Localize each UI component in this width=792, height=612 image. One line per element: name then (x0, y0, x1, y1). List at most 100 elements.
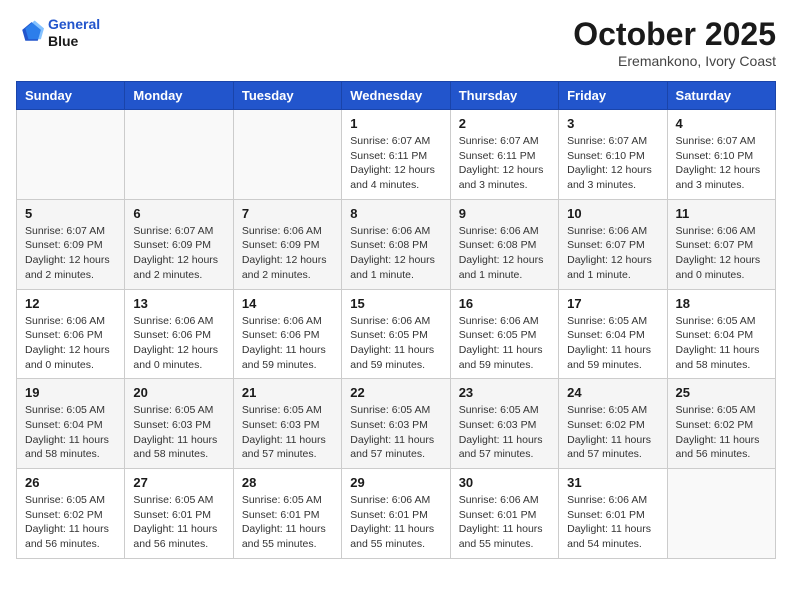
day-number: 18 (676, 296, 767, 311)
calendar-cell (233, 110, 341, 200)
day-number: 4 (676, 116, 767, 131)
calendar-cell: 7 Sunrise: 6:06 AM Sunset: 6:09 PM Daylig… (233, 199, 341, 289)
calendar-cell: 29Sunrise: 6:06 AM Sunset: 6:01 PM Dayli… (342, 469, 450, 559)
weekday-header-thursday: Thursday (450, 82, 558, 110)
day-info: Sunrise: 6:05 AM Sunset: 6:03 PM Dayligh… (242, 403, 333, 462)
calendar-cell: 31 Sunrise: 6:06 AM Sunset: 6:01 PM Dayli… (559, 469, 667, 559)
calendar-cell: 28 Sunrise: 6:05 AM Sunset: 6:01 PM Dayli… (233, 469, 341, 559)
calendar-cell: 25 Sunrise: 6:05 AM Sunset: 6:02 PM Dayli… (667, 379, 775, 469)
day-number: 1 (350, 116, 441, 131)
day-info: Sunrise: 6:06 AM Sunset: 6:06 PM Dayligh… (133, 314, 224, 373)
day-info: Sunrise: 6:05 AM Sunset: 6:04 PM Dayligh… (25, 403, 116, 462)
day-number: 15 (350, 296, 441, 311)
weekday-header-tuesday: Tuesday (233, 82, 341, 110)
day-info: Sunrise: 6:07 AM Sunset: 6:09 PM Dayligh… (25, 224, 116, 283)
day-info: Sunrise: 6:05 AM Sunset: 6:03 PM Dayligh… (459, 403, 550, 462)
logo-line1: General (48, 16, 100, 32)
day-number: 11 (676, 206, 767, 221)
calendar-cell: 26 Sunrise: 6:05 AM Sunset: 6:02 PM Dayli… (17, 469, 125, 559)
day-info: Sunrise: 6:06 AM Sunset: 6:01 PM Dayligh… (459, 493, 550, 552)
day-number: 29 (350, 475, 441, 490)
day-info: Sunrise: 6:07 AM Sunset: 6:10 PM Dayligh… (567, 134, 658, 193)
day-info: Sunrise: 6:06 AM Sunset: 6:08 PM Dayligh… (350, 224, 441, 283)
weekday-header-monday: Monday (125, 82, 233, 110)
day-info: Sunrise: 6:05 AM Sunset: 6:01 PM Dayligh… (242, 493, 333, 552)
calendar-cell: 15 Sunrise: 6:06 AM Sunset: 6:05 PM Dayli… (342, 289, 450, 379)
calendar-cell: 18Sunrise: 6:05 AM Sunset: 6:04 PM Dayli… (667, 289, 775, 379)
calendar-cell: 9 Sunrise: 6:06 AM Sunset: 6:08 PM Daylig… (450, 199, 558, 289)
calendar-cell: 17Sunrise: 6:05 AM Sunset: 6:04 PM Dayli… (559, 289, 667, 379)
day-info: Sunrise: 6:06 AM Sunset: 6:05 PM Dayligh… (350, 314, 441, 373)
day-number: 28 (242, 475, 333, 490)
day-info: Sunrise: 6:05 AM Sunset: 6:02 PM Dayligh… (676, 403, 767, 462)
weekday-header-saturday: Saturday (667, 82, 775, 110)
week-row-3: 12 Sunrise: 6:06 AM Sunset: 6:06 PM Dayli… (17, 289, 776, 379)
calendar-cell: 10 Sunrise: 6:06 AM Sunset: 6:07 PM Dayli… (559, 199, 667, 289)
day-number: 2 (459, 116, 550, 131)
day-number: 31 (567, 475, 658, 490)
calendar-cell: 30 Sunrise: 6:06 AM Sunset: 6:01 PM Dayli… (450, 469, 558, 559)
day-number: 27 (133, 475, 224, 490)
calendar-cell: 23 Sunrise: 6:05 AM Sunset: 6:03 PM Dayli… (450, 379, 558, 469)
day-info: Sunrise: 6:05 AM Sunset: 6:03 PM Dayligh… (350, 403, 441, 462)
calendar-cell: 3Sunrise: 6:07 AM Sunset: 6:10 PM Daylig… (559, 110, 667, 200)
day-info: Sunrise: 6:06 AM Sunset: 6:01 PM Dayligh… (567, 493, 658, 552)
calendar-cell: 19 Sunrise: 6:05 AM Sunset: 6:04 PM Dayli… (17, 379, 125, 469)
day-info: Sunrise: 6:07 AM Sunset: 6:11 PM Dayligh… (350, 134, 441, 193)
day-number: 19 (25, 385, 116, 400)
day-info: Sunrise: 6:07 AM Sunset: 6:09 PM Dayligh… (133, 224, 224, 283)
day-info: Sunrise: 6:05 AM Sunset: 6:04 PM Dayligh… (567, 314, 658, 373)
calendar-table: SundayMondayTuesdayWednesdayThursdayFrid… (16, 81, 776, 559)
day-number: 6 (133, 206, 224, 221)
calendar-cell: 5 Sunrise: 6:07 AM Sunset: 6:09 PM Daylig… (17, 199, 125, 289)
location-subtitle: Eremankono, Ivory Coast (573, 53, 776, 69)
day-number: 30 (459, 475, 550, 490)
day-info: Sunrise: 6:06 AM Sunset: 6:07 PM Dayligh… (567, 224, 658, 283)
day-number: 7 (242, 206, 333, 221)
calendar-cell: 20Sunrise: 6:05 AM Sunset: 6:03 PM Dayli… (125, 379, 233, 469)
day-number: 10 (567, 206, 658, 221)
weekday-header-friday: Friday (559, 82, 667, 110)
day-info: Sunrise: 6:06 AM Sunset: 6:05 PM Dayligh… (459, 314, 550, 373)
day-number: 26 (25, 475, 116, 490)
day-number: 13 (133, 296, 224, 311)
weekday-header-sunday: Sunday (17, 82, 125, 110)
weekday-header-wednesday: Wednesday (342, 82, 450, 110)
day-number: 16 (459, 296, 550, 311)
month-title: October 2025 (573, 16, 776, 53)
calendar-cell: 16 Sunrise: 6:06 AM Sunset: 6:05 PM Dayli… (450, 289, 558, 379)
week-row-5: 26 Sunrise: 6:05 AM Sunset: 6:02 PM Dayli… (17, 469, 776, 559)
day-info: Sunrise: 6:06 AM Sunset: 6:08 PM Dayligh… (459, 224, 550, 283)
day-number: 25 (676, 385, 767, 400)
day-number: 8 (350, 206, 441, 221)
day-info: Sunrise: 6:05 AM Sunset: 6:02 PM Dayligh… (25, 493, 116, 552)
day-number: 14 (242, 296, 333, 311)
calendar-cell: 24Sunrise: 6:05 AM Sunset: 6:02 PM Dayli… (559, 379, 667, 469)
day-info: Sunrise: 6:06 AM Sunset: 6:07 PM Dayligh… (676, 224, 767, 283)
weekday-header-row: SundayMondayTuesdayWednesdayThursdayFrid… (17, 82, 776, 110)
day-info: Sunrise: 6:05 AM Sunset: 6:03 PM Dayligh… (133, 403, 224, 462)
calendar-cell: 4 Sunrise: 6:07 AM Sunset: 6:10 PM Daylig… (667, 110, 775, 200)
calendar-cell: 1 Sunrise: 6:07 AM Sunset: 6:11 PM Daylig… (342, 110, 450, 200)
calendar-cell (125, 110, 233, 200)
calendar-cell: 2 Sunrise: 6:07 AM Sunset: 6:11 PM Daylig… (450, 110, 558, 200)
day-number: 24 (567, 385, 658, 400)
page-header: General Blue October 2025 Eremankono, Iv… (16, 16, 776, 69)
day-number: 12 (25, 296, 116, 311)
day-info: Sunrise: 6:06 AM Sunset: 6:09 PM Dayligh… (242, 224, 333, 283)
day-info: Sunrise: 6:07 AM Sunset: 6:10 PM Dayligh… (676, 134, 767, 193)
day-number: 21 (242, 385, 333, 400)
day-number: 9 (459, 206, 550, 221)
title-section: October 2025 Eremankono, Ivory Coast (573, 16, 776, 69)
logo-text: General Blue (48, 16, 100, 50)
day-info: Sunrise: 6:07 AM Sunset: 6:11 PM Dayligh… (459, 134, 550, 193)
logo-icon (16, 19, 44, 47)
day-number: 23 (459, 385, 550, 400)
day-info: Sunrise: 6:06 AM Sunset: 6:06 PM Dayligh… (25, 314, 116, 373)
day-number: 22 (350, 385, 441, 400)
week-row-1: 1 Sunrise: 6:07 AM Sunset: 6:11 PM Daylig… (17, 110, 776, 200)
calendar-cell: 27Sunrise: 6:05 AM Sunset: 6:01 PM Dayli… (125, 469, 233, 559)
day-info: Sunrise: 6:06 AM Sunset: 6:06 PM Dayligh… (242, 314, 333, 373)
calendar-cell: 22 Sunrise: 6:05 AM Sunset: 6:03 PM Dayli… (342, 379, 450, 469)
day-number: 5 (25, 206, 116, 221)
